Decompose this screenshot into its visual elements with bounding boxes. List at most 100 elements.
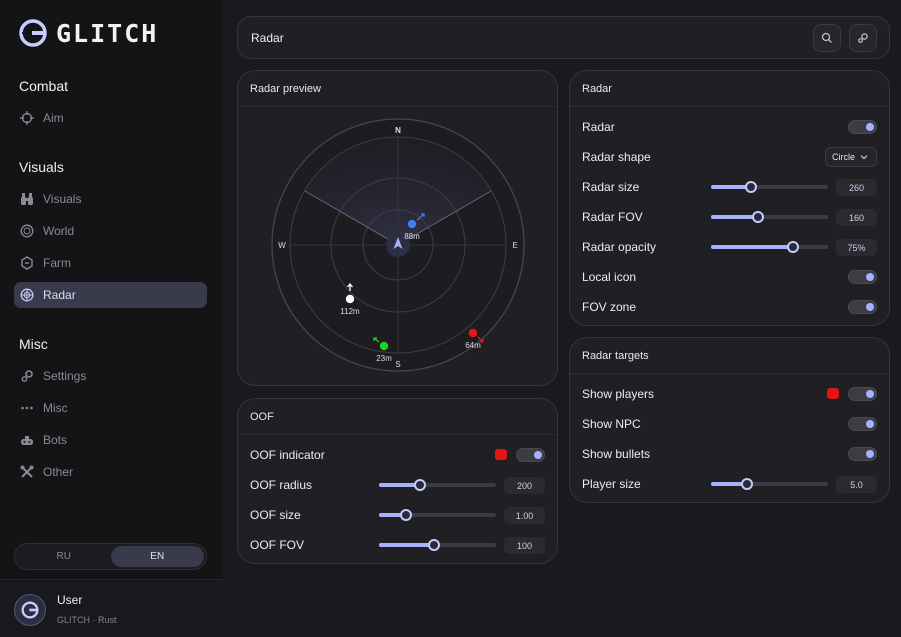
oof-radius-value[interactable]: 200: [504, 477, 545, 494]
local-icon-toggle[interactable]: [848, 270, 877, 284]
radar-enable-toggle[interactable]: [848, 120, 877, 134]
show-npc-toggle[interactable]: [848, 417, 877, 431]
dots-icon: [21, 406, 33, 410]
bots-icon: [21, 436, 33, 445]
gears-icon: [21, 370, 33, 382]
oof-fov-value[interactable]: 100: [504, 537, 545, 554]
sidebar-item-other[interactable]: Other: [14, 459, 207, 485]
sidebar-item-aim[interactable]: Aim: [14, 105, 207, 131]
setting-label: Radar size: [582, 180, 640, 194]
sidebar-item-farm[interactable]: Farm: [14, 250, 207, 276]
slider-thumb[interactable]: [786, 241, 799, 253]
show-bullets-row: Show bullets: [582, 444, 877, 464]
sidebar-item-label: Bots: [43, 433, 68, 447]
setting-label: Radar shape: [582, 150, 651, 164]
user-panel: User GLITCH · Rust: [0, 579, 223, 637]
card-title: Radar targets: [570, 338, 889, 374]
search-button[interactable]: [813, 24, 841, 52]
show-bullets-toggle[interactable]: [848, 447, 877, 461]
sidebar-item-label: Aim: [43, 111, 64, 125]
radar-settings-card: Radar Radar Radar shape Circle Radar siz…: [569, 70, 890, 326]
show-players-toggle[interactable]: [848, 387, 877, 401]
setting-label: Show NPC: [582, 417, 641, 431]
sidebar-item-label: World: [43, 224, 75, 238]
target-distance: 88m: [404, 232, 420, 241]
globe-icon: [20, 224, 34, 238]
card-title: Radar: [570, 71, 889, 107]
oof-radius-slider[interactable]: [379, 479, 496, 491]
player-size-slider[interactable]: [711, 478, 828, 490]
sidebar-item-label: Other: [43, 465, 74, 479]
user-subtitle: GLITCH · Rust: [57, 615, 117, 625]
sidebar-item-settings[interactable]: Settings: [14, 363, 207, 389]
sidebar-item-bots[interactable]: Bots: [14, 427, 207, 453]
logo-icon: [21, 601, 39, 619]
slider-thumb[interactable]: [744, 181, 757, 193]
radar-shape-select[interactable]: Circle: [825, 147, 877, 167]
tools-icon: [20, 465, 34, 478]
player-size-value[interactable]: 5.0: [836, 476, 877, 493]
leaf-icon: [21, 256, 33, 270]
target-dot: [345, 294, 355, 304]
slider-fill: [379, 543, 434, 547]
sidebar-item-misc[interactable]: Misc: [14, 395, 207, 421]
sidebar-item-label: Radar: [43, 288, 76, 302]
search-icon: [821, 32, 832, 43]
sidebar-item-label: Misc: [43, 401, 68, 415]
radar-fov-value[interactable]: 160: [836, 209, 877, 226]
language-ru[interactable]: RU: [17, 546, 111, 567]
radar-opacity-row: Radar opacity 75%: [582, 237, 877, 257]
crosshair-icon: [20, 111, 34, 125]
target-distance: 112m: [340, 307, 360, 316]
oof-radius-row: OOF radius 200: [250, 475, 545, 495]
target-dot: [468, 328, 478, 338]
radar-opacity-slider[interactable]: [711, 241, 828, 253]
setting-label: OOF FOV: [250, 538, 304, 552]
toggle-knob: [866, 450, 874, 458]
sidebar-item-world[interactable]: World: [14, 218, 207, 244]
sidebar-item-label: Visuals: [43, 192, 82, 206]
section-combat: Combat: [19, 78, 69, 94]
sidebar-item-visuals[interactable]: Visuals: [14, 186, 207, 212]
radar-targets-card: Radar targets Show players Show NPC Show…: [569, 337, 890, 503]
player-size-row: Player size 5.0: [582, 474, 877, 494]
radar-fov-slider[interactable]: [711, 211, 828, 223]
oof-indicator-color[interactable]: [495, 449, 507, 460]
players-color[interactable]: [827, 388, 839, 399]
radar-shape-row: Radar shape Circle: [582, 147, 877, 167]
compass-north: N: [395, 126, 401, 135]
slider-thumb[interactable]: [751, 211, 764, 223]
setting-label: Radar FOV: [582, 210, 643, 224]
slider-thumb[interactable]: [741, 478, 754, 490]
slider-thumb[interactable]: [427, 539, 440, 551]
oof-fov-row: OOF FOV 100: [250, 535, 545, 555]
target-distance: 64m: [465, 341, 481, 350]
radar-size-slider[interactable]: [711, 181, 828, 193]
sidebar-item-label: Farm: [43, 256, 71, 270]
compass-west: W: [278, 241, 286, 250]
compass-south: S: [395, 360, 400, 369]
slider-thumb[interactable]: [399, 509, 412, 521]
radar-size-value[interactable]: 260: [836, 179, 877, 196]
oof-size-slider[interactable]: [379, 509, 496, 521]
setting-label: OOF indicator: [250, 448, 325, 462]
slider-fill: [711, 245, 793, 249]
settings-button[interactable]: [849, 24, 877, 52]
sidebar-item-radar[interactable]: Radar: [14, 282, 207, 308]
section-visuals: Visuals: [19, 159, 64, 175]
user-name: User: [57, 593, 83, 607]
show-players-row: Show players: [582, 384, 877, 404]
card-title: OOF: [238, 399, 557, 435]
setting-label: OOF size: [250, 508, 301, 522]
avatar[interactable]: [14, 594, 46, 626]
oof-size-value[interactable]: 1.00: [504, 507, 545, 524]
slider-thumb[interactable]: [413, 479, 426, 491]
oof-fov-slider[interactable]: [379, 539, 496, 551]
target-dot: [407, 219, 417, 229]
fov-zone-toggle[interactable]: [848, 300, 877, 314]
language-en[interactable]: EN: [110, 546, 204, 567]
toggle-knob: [534, 451, 542, 459]
oof-indicator-toggle[interactable]: [516, 448, 545, 462]
section-misc: Misc: [19, 336, 48, 352]
radar-opacity-value[interactable]: 75%: [836, 239, 877, 256]
